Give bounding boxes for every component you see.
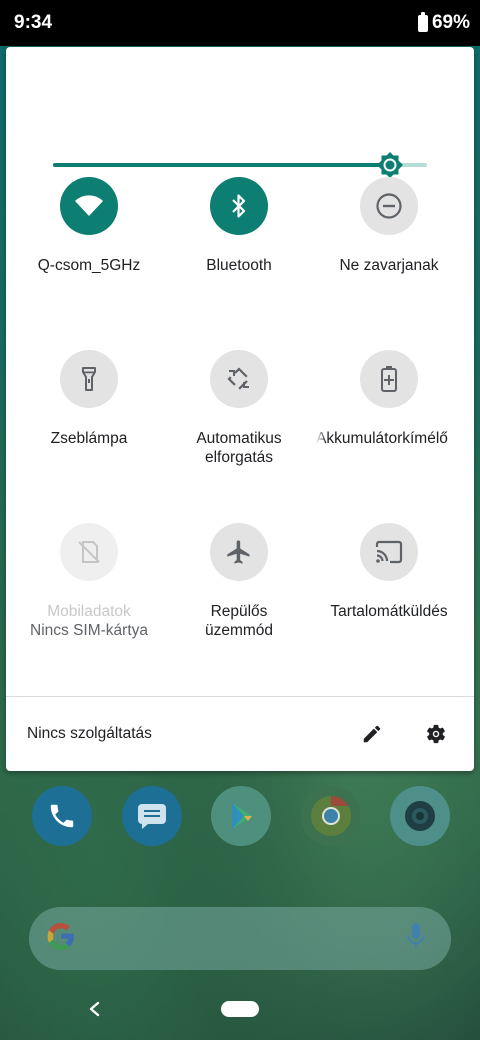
airplane-icon[interactable]	[210, 523, 268, 581]
messages-icon[interactable]	[121, 786, 182, 846]
brightness-fill	[53, 163, 390, 167]
quick-settings-footer: Nincs szolgáltatás	[6, 696, 474, 771]
no-sim-icon[interactable]	[60, 523, 118, 581]
microphone-icon[interactable]	[405, 921, 427, 956]
tile-flashlight-label: Zseblámpa	[50, 430, 128, 447]
flashlight-icon[interactable]	[60, 350, 118, 408]
wifi-icon[interactable]	[60, 177, 118, 235]
tile-battery-saver-label: Akkumulátorkímélő	[316, 430, 448, 447]
app-dock	[32, 786, 450, 848]
tile-mobile-data[interactable]: Mobiladatok Nincs SIM-kártya	[14, 523, 164, 696]
brightness-thumb[interactable]	[376, 151, 404, 179]
tile-auto-rotate[interactable]: Automatikus elforgatás	[164, 350, 314, 523]
back-icon[interactable]	[84, 998, 104, 1020]
tile-airplane-label: Repülős	[210, 603, 268, 620]
gear-icon[interactable]	[416, 714, 456, 754]
carrier-text: Nincs szolgáltatás	[27, 725, 152, 742]
pencil-icon[interactable]	[352, 714, 392, 754]
tile-auto-rotate-label: Automatikus	[196, 430, 282, 447]
battery-percent: 69%	[431, 12, 470, 33]
bluetooth-icon[interactable]	[210, 177, 268, 235]
status-battery: 69%	[417, 11, 470, 34]
cast-icon[interactable]	[360, 523, 418, 581]
tile-flashlight[interactable]: Zseblámpa	[14, 350, 164, 523]
tile-wifi-label: Q-csom_5GHz	[37, 257, 141, 274]
home-pill[interactable]	[221, 1001, 259, 1017]
battery-saver-icon[interactable]	[360, 350, 418, 408]
google-search-bar[interactable]	[29, 907, 451, 970]
play-store-icon[interactable]	[211, 786, 271, 846]
tile-cast-label: Tartalomátküldés	[330, 603, 448, 620]
tile-do-not-disturb[interactable]: Ne zavarjanak	[314, 177, 464, 350]
tile-grid: Q-csom_5GHz Bluetooth Ne zavarjanak Zseb…	[14, 177, 466, 696]
tile-bluetooth-label: Bluetooth	[206, 257, 272, 274]
tile-bluetooth[interactable]: Bluetooth	[164, 177, 314, 350]
phone-icon[interactable]	[32, 786, 92, 846]
status-bar: 9:34 69%	[0, 0, 480, 46]
quick-settings-panel: Q-csom_5GHz Bluetooth Ne zavarjanak Zseb…	[6, 47, 474, 771]
tile-airplane-sublabel: üzemmód	[204, 622, 274, 639]
auto-rotate-icon[interactable]	[210, 350, 268, 408]
tile-airplane-mode[interactable]: Repülős üzemmód	[164, 523, 314, 696]
google-logo	[45, 920, 77, 957]
tile-wifi[interactable]: Q-csom_5GHz	[14, 177, 164, 350]
do-not-disturb-icon[interactable]	[360, 177, 418, 235]
tile-mobile-data-label: Mobiladatok	[47, 603, 131, 620]
tile-cast[interactable]: Tartalomátküldés	[314, 523, 464, 696]
chrome-icon[interactable]	[300, 786, 361, 846]
tile-mobile-data-sublabel: Nincs SIM-kártya	[30, 622, 148, 639]
tile-dnd-label: Ne zavarjanak	[339, 257, 439, 274]
status-time: 9:34	[14, 12, 53, 33]
camera-icon[interactable]	[390, 786, 450, 846]
battery-icon	[417, 11, 428, 32]
navigation-bar	[0, 984, 480, 1040]
tile-auto-rotate-sublabel: elforgatás	[204, 449, 274, 466]
tile-battery-saver[interactable]: Akkumulátorkímélő	[314, 350, 464, 523]
